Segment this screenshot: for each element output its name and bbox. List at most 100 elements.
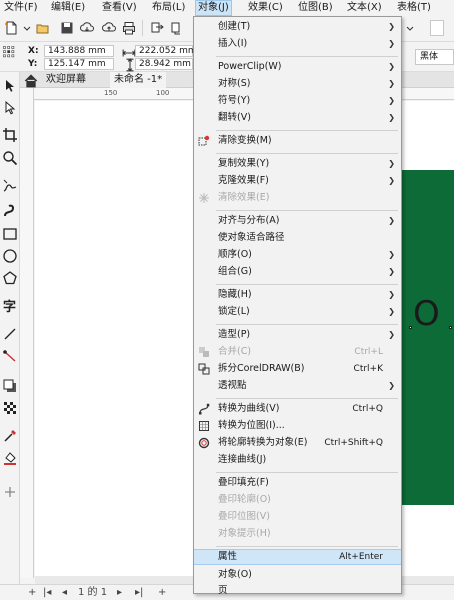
menu-item-label: 清除变换(M) xyxy=(218,135,272,146)
crop-tool-icon[interactable] xyxy=(2,127,18,143)
menu-item-insert[interactable]: 插入(I) ❯ xyxy=(194,36,401,52)
add-tool-icon[interactable] xyxy=(2,484,18,500)
first-page-icon[interactable]: |◂ xyxy=(43,586,51,600)
menu-item-hide[interactable]: 隐藏(H) ❯ xyxy=(194,287,401,303)
menu-object[interactable]: 对象(J) xyxy=(195,0,232,16)
canvas-text-object[interactable]: O xyxy=(413,296,440,332)
menu-item-objects[interactable]: 对象(O) xyxy=(194,567,401,583)
menu-item-shaping[interactable]: 造型(P) ❯ xyxy=(194,327,401,343)
menu-item-copy-effect[interactable]: 复制效果(Y) ❯ xyxy=(194,156,401,172)
print-icon[interactable] xyxy=(122,21,136,35)
shape-tool-icon[interactable] xyxy=(2,100,18,116)
connector-tool-icon[interactable] xyxy=(2,348,18,364)
eyedropper-icon[interactable] xyxy=(2,428,18,444)
menu-item-symmetry[interactable]: 对称(S) ❯ xyxy=(194,76,401,92)
menu-item-label: 属性 xyxy=(218,551,238,562)
prev-page-icon[interactable]: ◂ xyxy=(62,586,67,600)
menu-item-convert-to-curves[interactable]: 转换为曲线(V) Ctrl+Q xyxy=(194,401,401,417)
import-icon[interactable] xyxy=(150,21,164,35)
menu-view[interactable]: 查看(V) xyxy=(100,0,139,16)
zoom-dropdown-icon[interactable] xyxy=(403,21,414,35)
menu-item-overprint-bitmap[interactable]: 叠印位图(V) xyxy=(194,509,401,525)
green-rectangle[interactable] xyxy=(400,170,454,505)
menu-item-create[interactable]: 创建(T) ❯ xyxy=(194,19,401,35)
svg-text:字: 字 xyxy=(3,299,16,314)
polygon-tool-icon[interactable] xyxy=(2,270,18,286)
freehand-tool-icon[interactable] xyxy=(2,178,18,194)
last-page-icon[interactable]: ▸| xyxy=(135,586,143,600)
menu-item-perspective[interactable]: 透视點 ❯ xyxy=(194,378,401,394)
tab-untitled[interactable]: 未命名 -1* xyxy=(110,72,167,88)
new-document-icon[interactable] xyxy=(4,21,18,35)
menu-item-symbol[interactable]: 符号(Y) ❯ xyxy=(194,93,401,109)
menu-item-lock[interactable]: 锁定(L) ❯ xyxy=(194,304,401,320)
export-icon[interactable] xyxy=(170,21,184,35)
ellipse-tool-icon[interactable] xyxy=(2,248,18,264)
open-folder-icon[interactable] xyxy=(36,21,50,35)
menu-item-page[interactable]: 页 xyxy=(194,583,401,599)
y-position-field[interactable]: 125.147 mm xyxy=(44,58,114,70)
menu-file[interactable]: 文件(F) xyxy=(2,0,40,16)
fill-tool-icon[interactable] xyxy=(2,450,18,466)
save-icon[interactable] xyxy=(60,21,74,35)
menu-separator xyxy=(216,324,398,325)
menu-bitmaps[interactable]: 位图(B) xyxy=(296,0,335,16)
menu-item-overprint-fill[interactable]: 叠印填充(F) xyxy=(194,475,401,491)
add-page-after-button[interactable]: + xyxy=(158,586,166,600)
home-icon[interactable] xyxy=(24,74,38,88)
font-name-field[interactable]: 黑体 xyxy=(415,49,454,65)
add-page-before-button[interactable]: + xyxy=(28,586,36,600)
clear-transform-icon xyxy=(198,135,210,147)
menu-item-label: 对齐与分布(A) xyxy=(218,215,280,226)
menu-item-label: 符号(Y) xyxy=(218,95,251,106)
selection-handle[interactable] xyxy=(449,326,452,329)
menu-effects[interactable]: 效果(C) xyxy=(246,0,285,16)
menu-item-clone-effect[interactable]: 克隆效果(F) ❯ xyxy=(194,173,401,189)
chevron-down-icon[interactable] xyxy=(20,21,31,35)
height-field[interactable]: 28.942 mm xyxy=(135,58,193,70)
reference-point-icon[interactable] xyxy=(2,45,20,65)
menu-item-outline-to-object[interactable]: 将轮廓转换为对象(E) Ctrl+Shift+Q xyxy=(194,435,401,451)
width-field[interactable]: 222.052 mm xyxy=(135,45,197,57)
pick-tool-icon[interactable] xyxy=(2,78,18,94)
menu-edit[interactable]: 编辑(E) xyxy=(49,0,87,16)
menu-item-label: 克隆效果(F) xyxy=(218,175,269,186)
menu-item-clear-effect[interactable]: 清除效果(E) xyxy=(194,190,401,206)
menu-separator xyxy=(216,210,398,211)
menu-item-powerclip[interactable]: PowerClip(W) ❯ xyxy=(194,59,401,75)
menu-item-label: 叠印位图(V) xyxy=(218,511,270,522)
x-position-field[interactable]: 143.888 mm xyxy=(44,45,114,57)
zoom-tool-icon[interactable] xyxy=(2,150,18,166)
menu-item-group[interactable]: 组合(G) ❯ xyxy=(194,264,401,280)
menu-item-properties[interactable]: 属性 Alt+Enter xyxy=(194,549,401,565)
menu-item-clear-transform[interactable]: 清除变换(M) xyxy=(194,133,401,149)
menu-table[interactable]: 表格(T) xyxy=(395,0,433,16)
clear-effect-icon xyxy=(198,192,210,204)
menu-item-combine[interactable]: 合并(C) Ctrl+L xyxy=(194,344,401,360)
menu-layout[interactable]: 布局(L) xyxy=(150,0,187,16)
menu-item-overprint-outline[interactable]: 叠印轮廓(O) xyxy=(194,492,401,508)
menu-item-order[interactable]: 顺序(O) ❯ xyxy=(194,247,401,263)
menu-item-fit-to-path[interactable]: 使对象适合路径 xyxy=(194,230,401,246)
cloud-upload-icon[interactable] xyxy=(102,21,116,35)
menu-item-object-hints[interactable]: 对象提示(H) xyxy=(194,526,401,542)
menu-item-flip[interactable]: 翻转(V) ❯ xyxy=(194,110,401,126)
menu-item-break-apart[interactable]: 拆分CorelDRAW(B) Ctrl+K xyxy=(194,361,401,377)
line-tool-icon[interactable] xyxy=(2,326,18,342)
submenu-arrow-icon: ❯ xyxy=(388,216,395,225)
menu-item-shortcut: Ctrl+Q xyxy=(352,404,383,414)
menu-item-align-distribute[interactable]: 对齐与分布(A) ❯ xyxy=(194,213,401,229)
menu-item-join-curves[interactable]: 连接曲线(J) xyxy=(194,452,401,468)
tab-welcome[interactable]: 欢迎屏幕 xyxy=(42,72,90,88)
cloud-download-icon[interactable] xyxy=(80,21,94,35)
next-page-icon[interactable]: ▸ xyxy=(117,586,122,600)
selection-handle[interactable] xyxy=(409,326,412,329)
menu-text[interactable]: 文本(X) xyxy=(345,0,384,16)
text-tool-icon[interactable]: 字 xyxy=(2,298,18,314)
drop-shadow-icon[interactable] xyxy=(2,378,18,394)
snap-dropdown[interactable] xyxy=(430,20,444,36)
transparency-icon[interactable] xyxy=(2,400,18,416)
artistic-media-icon[interactable] xyxy=(2,202,18,218)
menu-item-convert-to-bitmap[interactable]: 转换为位图(I)... xyxy=(194,418,401,434)
rectangle-tool-icon[interactable] xyxy=(2,226,18,242)
